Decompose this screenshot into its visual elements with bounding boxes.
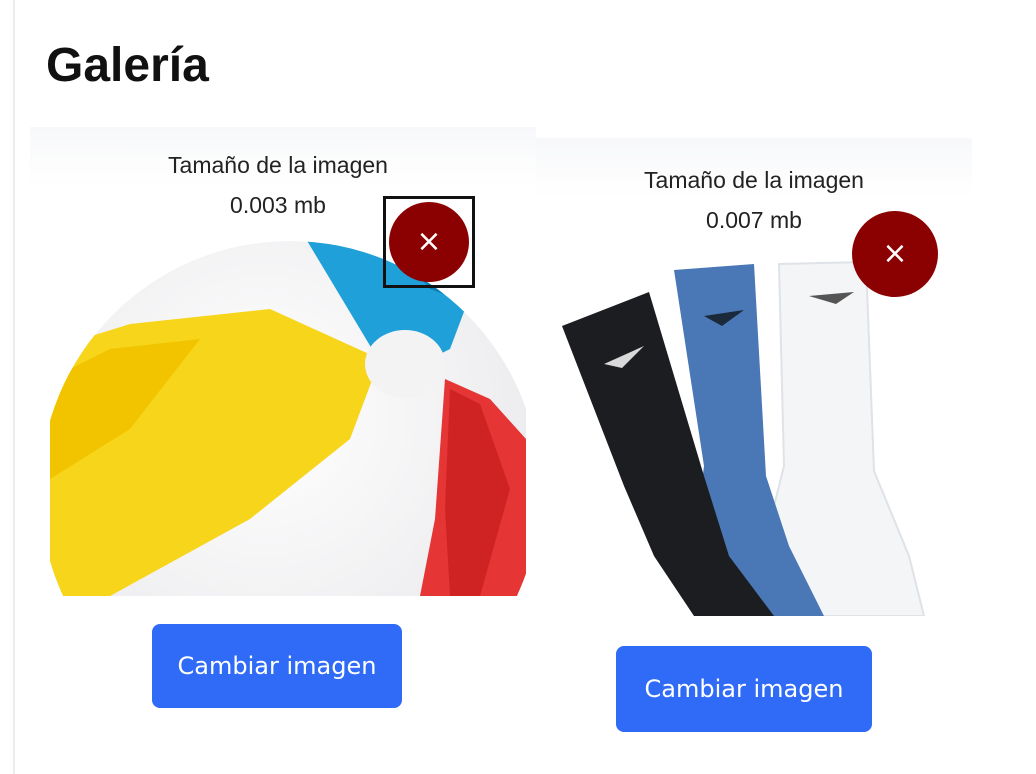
page-title: Galería xyxy=(46,39,209,92)
image-size-label: Tamaño de la imagen xyxy=(168,152,388,178)
image-size-label: Tamaño de la imagen xyxy=(644,167,864,193)
close-icon: × xyxy=(882,236,908,271)
change-image-button[interactable]: Cambiar imagen xyxy=(152,624,402,708)
page: Galería Tamaño de la imagen 0.003 mb × C… xyxy=(0,0,1036,774)
remove-image-button[interactable]: × xyxy=(852,211,938,297)
remove-image-button[interactable]: × xyxy=(383,196,475,288)
change-image-button[interactable]: Cambiar imagen xyxy=(616,646,872,732)
gallery-image-socks xyxy=(554,256,972,616)
gallery-card: Tamaño de la imagen 0.007 mb × Cambiar i… xyxy=(536,138,972,746)
close-icon: × xyxy=(389,202,469,282)
left-divider xyxy=(13,0,15,774)
gallery-card: Tamaño de la imagen 0.003 mb × Cambiar i… xyxy=(30,127,536,727)
socks-image xyxy=(554,256,972,616)
